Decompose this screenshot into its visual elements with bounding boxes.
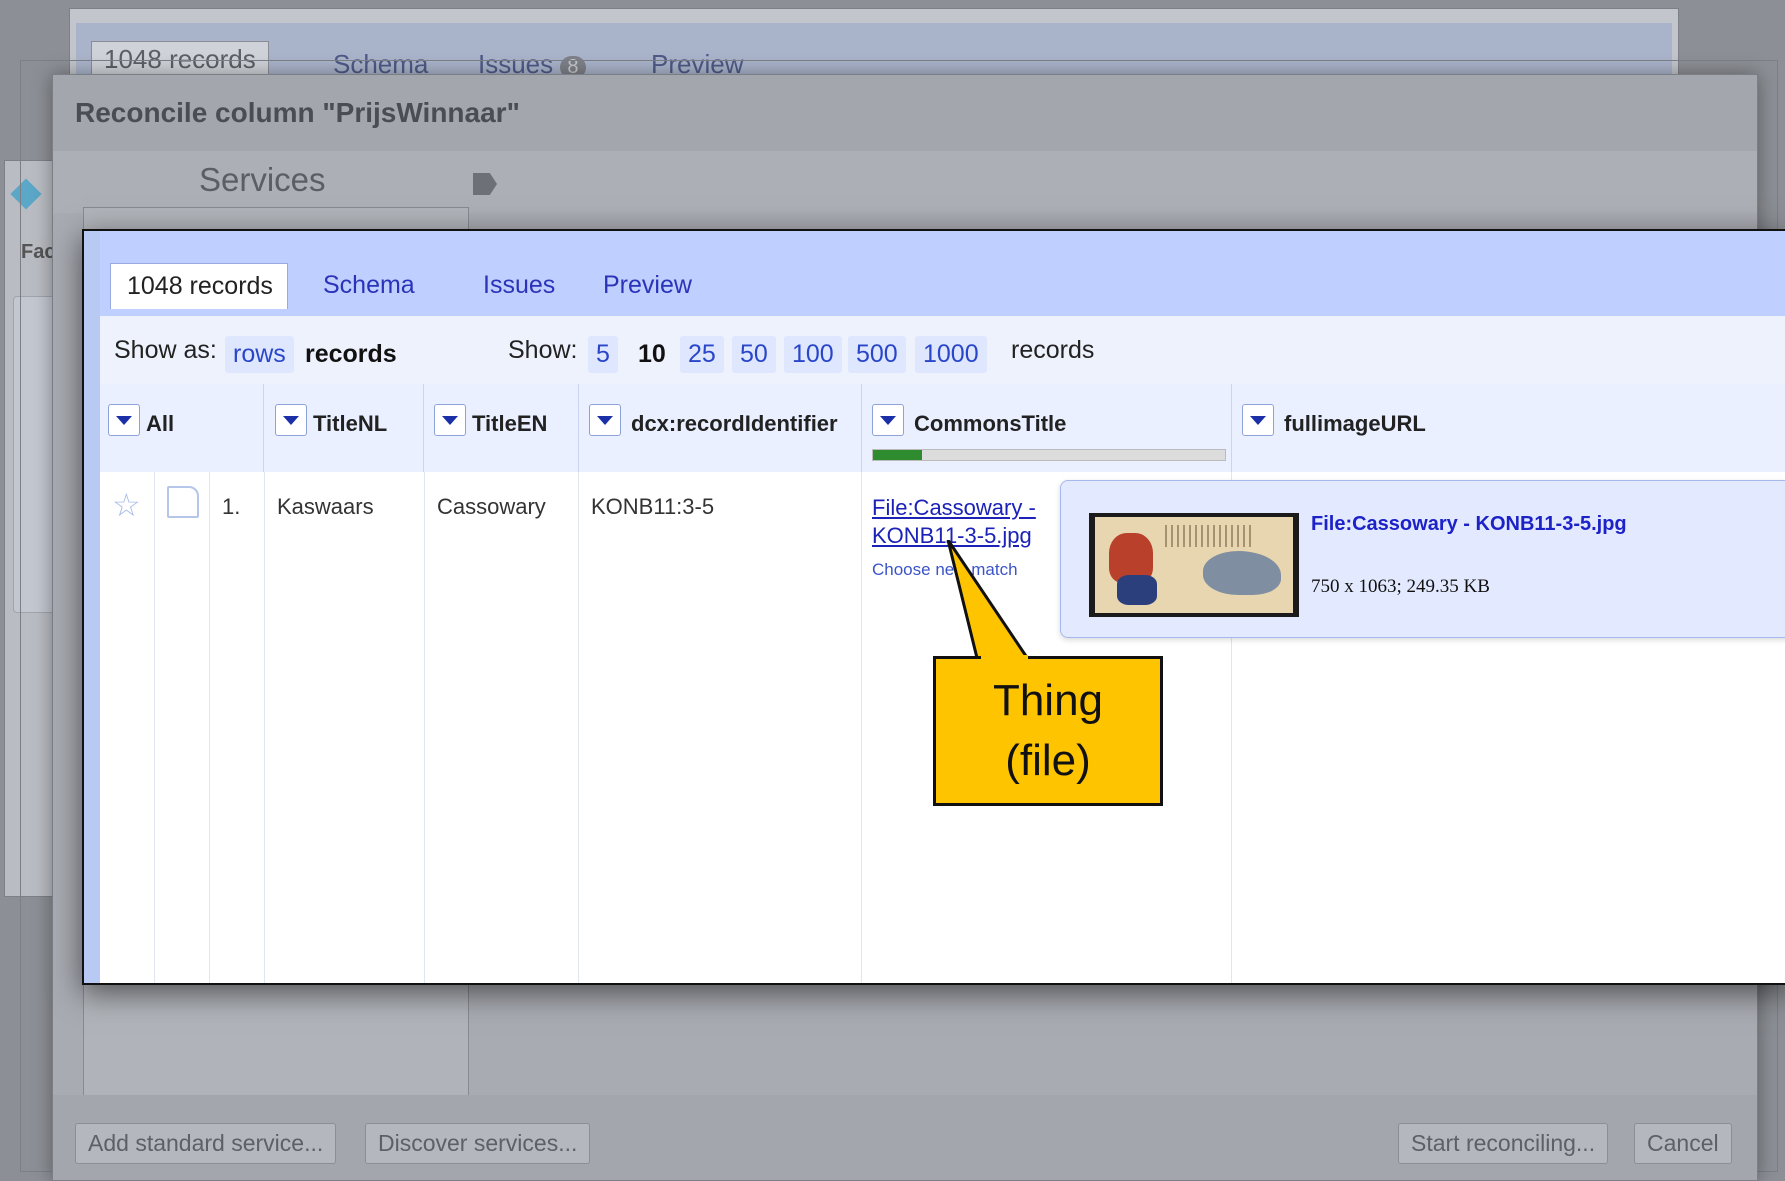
column-recordidentifier: dcx:recordIdentifier (579, 384, 862, 472)
column-titlenl: TitleNL (263, 384, 424, 472)
reconciliation-progress-fill (873, 450, 923, 460)
row-index: 1. (222, 494, 241, 519)
column-recordidentifier-dropdown[interactable] (589, 404, 621, 436)
tab-records[interactable]: 1048 records (110, 263, 288, 309)
thumbnail-text-block (1165, 525, 1255, 547)
services-label: Services (199, 161, 326, 198)
services-header: Services (53, 151, 1757, 213)
recordidentifier-value: KONB11:3-5 (591, 494, 715, 519)
discover-services-button[interactable]: Discover services... (365, 1123, 591, 1164)
popup-file-title[interactable]: File:Cassowary - KONB11-3-5.jpg (1311, 513, 1627, 536)
column-commonstitle-label: CommonsTitle (914, 411, 1067, 436)
page-size-10[interactable]: 10 (630, 336, 674, 373)
page-size-50[interactable]: 50 (732, 336, 776, 373)
page-size-1000[interactable]: 1000 (915, 336, 987, 373)
tab-bar: 1048 records Schema Issues Preview (100, 231, 1785, 316)
flag-cell (155, 472, 210, 983)
tab-preview[interactable]: Preview (603, 271, 692, 300)
column-all-label: All (146, 411, 175, 436)
page-size-5[interactable]: 5 (588, 336, 618, 373)
commons-match-link-line1: File:Cassowary - (872, 495, 1036, 520)
show-as-rows[interactable]: rows (225, 336, 294, 373)
tag-icon (473, 173, 497, 195)
column-all: All (100, 384, 264, 472)
tab-issues[interactable]: Issues (483, 271, 555, 300)
page-size-500[interactable]: 500 (848, 336, 906, 373)
callout-line2: (file) (1005, 736, 1091, 785)
column-titlenl-label: TitleNL (313, 411, 388, 436)
reconcile-footer: Add standard service... Discover service… (53, 1095, 1757, 1180)
page-size-100[interactable]: 100 (784, 336, 842, 373)
titleen-cell: Cassowary (425, 472, 579, 983)
column-fullimageurl-dropdown[interactable] (1242, 404, 1274, 436)
column-titleen: TitleEN (424, 384, 579, 472)
reconciliation-progress-bar (872, 449, 1226, 461)
popup-file-details: 750 x 1063; 249.35 KB (1311, 576, 1490, 597)
recordidentifier-cell: KONB11:3-5 (579, 472, 862, 983)
cancel-button[interactable]: Cancel (1634, 1123, 1732, 1164)
callout-line1: Thing (992, 676, 1104, 725)
show-as-label: Show as: (114, 336, 217, 364)
show-as-records[interactable]: records (297, 336, 405, 373)
column-all-dropdown[interactable] (108, 404, 140, 436)
column-commonstitle-dropdown[interactable] (872, 404, 904, 436)
titlenl-cell: Kaswaars (265, 472, 425, 983)
view-options-bar: Show as: rows records Show: 5 10 25 50 1… (100, 316, 1785, 385)
column-commonstitle: CommonsTitle (862, 384, 1232, 472)
thumbnail-bird (1203, 551, 1281, 595)
add-standard-service-button[interactable]: Add standard service... (75, 1123, 337, 1164)
records-suffix: records (1011, 336, 1095, 364)
star-icon[interactable]: ☆ (112, 486, 141, 524)
callout-pointer-shape (946, 540, 1033, 664)
row-index-cell: 1. (210, 472, 265, 983)
column-fullimageurl-label: fullimageURL (1284, 411, 1426, 436)
callout-box: Thing (file) (933, 656, 1163, 806)
show-label: Show: (508, 336, 578, 364)
start-reconciling-button[interactable]: Start reconciling... (1398, 1123, 1609, 1164)
star-cell: ☆ (100, 472, 155, 983)
column-titleen-dropdown[interactable] (434, 404, 466, 436)
column-titleen-label: TitleEN (472, 411, 548, 436)
titlenl-value: Kaswaars (277, 494, 374, 519)
page-size-25[interactable]: 25 (680, 336, 724, 373)
column-header-row: All TitleNL TitleEN dcx:recordIdentifier… (100, 384, 1785, 474)
column-titlenl-dropdown[interactable] (275, 404, 307, 436)
reconcile-dialog-title: Reconcile column "PrijsWinnaar" (75, 97, 520, 128)
flag-icon[interactable] (167, 486, 199, 518)
callout-pointer (946, 540, 1033, 664)
column-fullimageurl: fullimageURL (1232, 384, 1785, 472)
callout-pointer-seam (981, 655, 1028, 661)
panel-side-band (84, 231, 100, 983)
column-recordidentifier-label: dcx:recordIdentifier (631, 411, 838, 436)
titleen-value: Cassowary (437, 494, 546, 519)
tab-schema[interactable]: Schema (323, 271, 415, 300)
reconcile-dialog-header: Reconcile column "PrijsWinnaar" (53, 75, 1757, 151)
